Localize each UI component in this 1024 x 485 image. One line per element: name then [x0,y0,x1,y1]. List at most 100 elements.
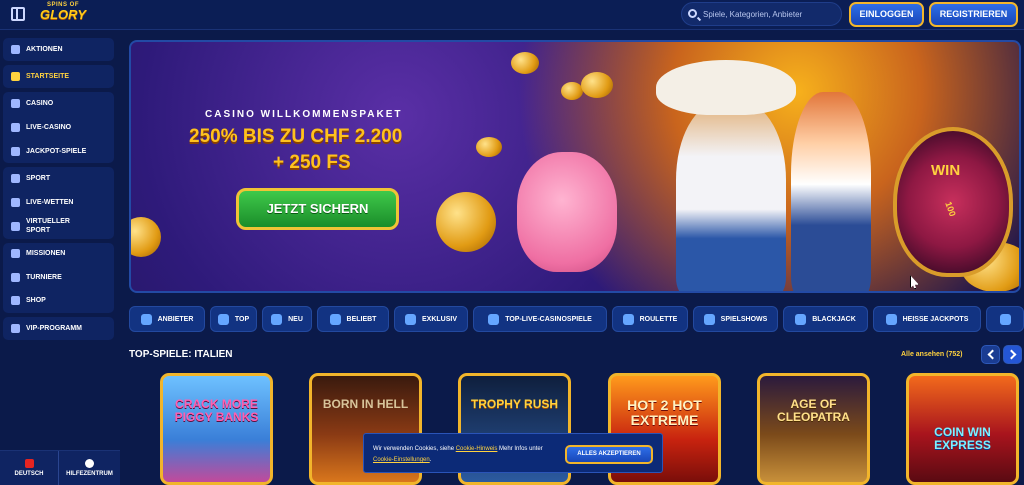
sidebar-item-label: LIVE-WETTEN [26,199,74,206]
top-bar: SPINS OF GLORY EINLOGGEN REGISTRIEREN [0,0,1024,30]
sidebar-group-home: STARTSEITE [3,65,114,88]
sidebar-footer: DEUTSCH HILFEZENTRUM [0,450,120,485]
carousel-next-button[interactable] [1003,345,1022,364]
section-title: TOP-SPIELE: ITALIEN [129,349,233,360]
register-button[interactable]: REGISTRIEREN [929,2,1018,27]
chip-blackjack[interactable]: BLACKJACK [783,306,868,332]
coin-decoration [581,72,613,98]
claim-bonus-button[interactable]: JETZT SICHERN [236,188,399,230]
chip-top-live-casinospiele[interactable]: TOP-LIVE-CASINOSPIELE [473,306,607,332]
sidebar-item-sport[interactable]: SPORT [11,174,50,183]
game-tile-crack-more-piggy-banks[interactable]: CRACK MORE PIGGY BANKS [160,373,273,485]
sidebar-group-rewards: MISSIONEN TURNIERE SHOP [3,243,114,313]
chip-label: TOP [234,315,250,323]
sidebar-group-casino: CASINO LIVE-CASINO JACKPOT-SPIELE [3,92,114,163]
sidebar-toggle-icon[interactable] [11,7,25,21]
cowboy-hat [656,60,796,115]
sidebar-item-label: VIRTUELLER SPORT [26,218,70,234]
cookie-text: Wir verwenden Cookies, siehe Cookie-Hinw… [373,444,561,466]
game-title: TROPHY RUSH [470,397,559,411]
slot-icon [11,99,20,108]
sidebar-item-casino[interactable]: CASINO [11,99,53,108]
gem-icon [404,313,416,325]
carousel-prev-button[interactable] [981,345,1000,364]
sidebar-item-label: TURNIERE [26,274,62,281]
chip-label: SPIELSHOWS [720,315,768,323]
sidebar-item-missionen[interactable]: MISSIONEN [11,249,65,258]
sidebar-item-startseite[interactable]: STARTSEITE [11,72,69,81]
accept-all-cookies-button[interactable]: ALLES AKZEPTIEREN [565,445,653,464]
flame-icon [885,313,897,325]
sidebar-item-label: MISSIONEN [26,250,66,257]
sidebar-item-label: AKTIONEN [26,46,63,53]
chip-more[interactable] [986,306,1024,332]
sidebar-item-jackpot-spiele[interactable]: JACKPOT-SPIELE [11,147,86,156]
sidebar-item-vip-programm[interactable]: VIP-PROGRAMM [11,324,82,333]
gift-icon [11,45,20,54]
sidebar-item-label: CASINO [26,100,54,107]
category-bar: ANBIETER TOP NEU BELIEBT EXKLUSIV TOP-LI… [129,306,1024,334]
help-center-link[interactable]: HILFEZENTRUM [59,451,120,485]
target-icon [11,249,20,258]
search-input[interactable] [703,7,837,22]
chip-neu[interactable]: NEU [262,306,312,332]
sidebar-item-label: VIP-PROGRAMM [26,325,82,332]
spade-icon [795,313,807,325]
coin-decoration [436,192,496,252]
chip-spielshows[interactable]: SPIELSHOWS [693,306,778,332]
sidebar-item-label: SPORT [26,175,51,182]
game-tile-coin-win-express[interactable]: COIN WIN EXPRESS [906,373,1019,485]
game-title: HOT 2 HOT EXTREME [627,397,702,428]
cookie-text-part: Wir verwenden Cookies, siehe [373,446,456,452]
chip-label: EXKLUSIV [421,315,457,323]
see-all-link[interactable]: Alle ansehen (752) [901,351,962,358]
sidebar-item-aktionen[interactable]: AKTIONEN [11,45,63,54]
cookie-notice-link[interactable]: Cookie-Hinweis [456,446,498,452]
chip-label: BELIEBT [346,315,377,323]
help-label: HILFEZENTRUM [66,471,113,477]
cookie-text-part: . [429,457,432,463]
coin-decoration [511,52,539,74]
coin-decoration [476,137,502,157]
search-icon [688,9,697,18]
rocket-icon [271,313,283,325]
roulette-icon [622,313,634,325]
sidebar-item-virtueller-sport[interactable]: VIRTUELLER SPORT [11,217,91,235]
mouse-cursor-icon [910,275,919,289]
chip-beliebt[interactable]: BELIEBT [317,306,389,332]
game-tile-age-of-cleopatra[interactable]: AGE OF CLEOPATRA [757,373,870,485]
sidebar-item-live-casino[interactable]: LIVE-CASINO [11,123,71,132]
search-bar[interactable] [681,2,842,26]
sidebar-group-promotions: AKTIONEN [3,38,114,61]
login-button[interactable]: EINLOGGEN [849,2,924,27]
sidebar-item-shop[interactable]: SHOP [11,296,46,305]
game-title: AGE OF CLEOPATRA [777,397,850,424]
coin-decoration [561,82,583,100]
cookie-settings-link[interactable]: Cookie-Einstellungen [373,457,430,463]
chip-exklusiv[interactable]: EXKLUSIV [394,306,468,332]
shop-icon [11,296,20,305]
chip-top[interactable]: TOP [210,306,257,332]
help-icon [85,459,94,468]
chip-label: BLACKJACK [812,315,856,323]
game-title: CRACK MORE PIGGY BANKS [174,397,259,424]
chip-label: ANBIETER [157,315,194,323]
game-title: COIN WIN EXPRESS [934,425,991,452]
chip-heisse-jackpots[interactable]: HEISSE JACKPOTS [873,306,981,332]
chip-roulette[interactable]: ROULETTE [612,306,688,332]
chip-anbieter[interactable]: ANBIETER [129,306,205,332]
sidebar-group-vip: VIP-PROGRAMM [3,317,114,340]
hero-title-line1: 250% BIS ZU CHF 2.200 [189,126,403,147]
sidebar-item-turniere[interactable]: TURNIERE [11,273,62,282]
sidebar: AKTIONEN STARTSEITE CASINO LIVE-CASINO J… [0,31,120,485]
logo[interactable]: SPINS OF GLORY [38,2,88,28]
sidebar-item-live-wetten[interactable]: LIVE-WETTEN [11,198,73,207]
cookie-banner: Wir verwenden Cookies, siehe Cookie-Hinw… [363,433,663,473]
chip-label: NEU [288,315,303,323]
trophy-icon [11,273,20,282]
hero-banner[interactable]: WIN 100 CASINO WILLKOMMENSPAKET 250% BIS… [129,40,1021,293]
mic-icon [703,313,715,325]
diamond-icon [11,324,20,333]
language-selector[interactable]: DEUTSCH [0,451,58,485]
sidebar-group-sport: SPORT LIVE-WETTEN VIRTUELLER SPORT [3,167,114,239]
